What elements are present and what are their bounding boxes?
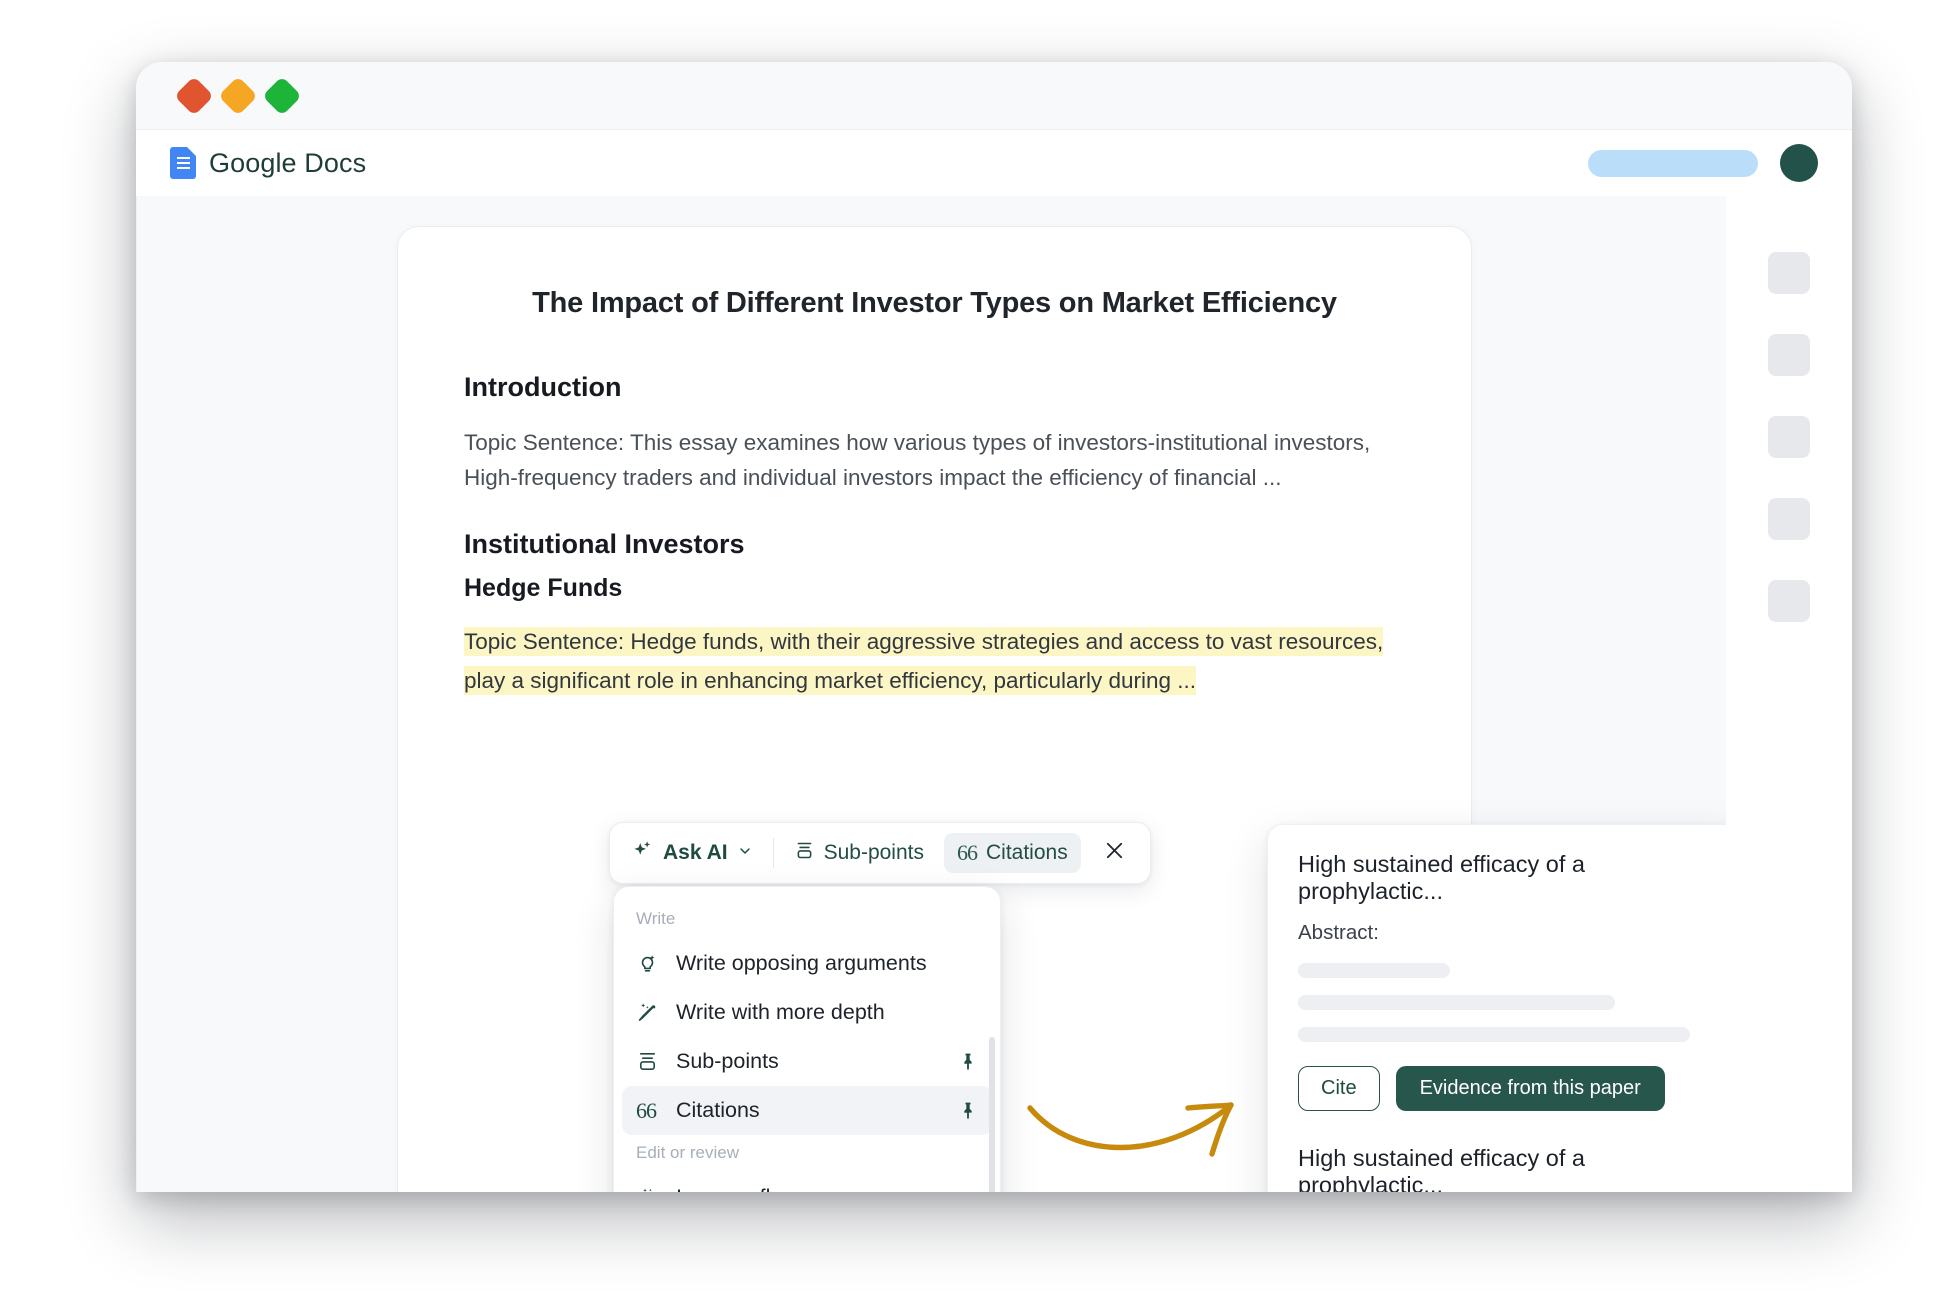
citation-title[interactable]: High sustained efficacy of a prophylacti… (1298, 1145, 1720, 1192)
citation-title[interactable]: High sustained efficacy of a prophylacti… (1298, 851, 1720, 905)
menu-item-improve-fluency[interactable]: Improve fluency (622, 1173, 992, 1192)
rail-item-2[interactable] (1768, 334, 1810, 376)
menu-item-label: Improve fluency (676, 1185, 828, 1192)
heading-introduction: Introduction (464, 372, 622, 402)
google-docs-icon (170, 147, 196, 179)
app-header-right (1588, 144, 1818, 182)
ai-toolbar: Ask AI Sub-points 66 Citations (609, 822, 1151, 884)
maximize-window-button[interactable] (262, 75, 302, 116)
citations-label: Citations (986, 841, 1068, 864)
menu-group-write-label: Write (636, 909, 676, 928)
screenshot-stage: Google Docs The Impact of Different Inve… (0, 0, 1944, 1291)
heading-institutional-investors: Institutional Investors (464, 529, 745, 560)
sparkle-icon (632, 839, 654, 867)
browser-window: Google Docs The Impact of Different Inve… (136, 62, 1852, 1192)
sub-points-button[interactable]: Sub-points (788, 834, 930, 873)
app-title: Google Docs (209, 147, 367, 178)
quote-icon: 66 (636, 1097, 657, 1123)
menu-scrollbar[interactable] (989, 1037, 995, 1192)
close-icon[interactable] (1095, 835, 1134, 871)
menu-item-citations[interactable]: 66 Citations (622, 1086, 992, 1135)
menu-item-label: Citations (676, 1098, 760, 1122)
evidence-button[interactable]: Evidence from this paper (1395, 1066, 1665, 1111)
citation-abstract-label: Abstract: (1298, 921, 1379, 944)
cite-button[interactable]: Cite (1298, 1066, 1380, 1111)
pin-icon[interactable] (958, 1101, 978, 1121)
sub-points-icon (636, 1050, 666, 1073)
search-input[interactable] (1588, 149, 1758, 177)
lightbulb-icon (636, 952, 666, 975)
rail-item-1[interactable] (1768, 252, 1810, 294)
ask-ai-button[interactable]: Ask AI (626, 833, 759, 873)
paragraph-hedge-funds-highlighted: Topic Sentence: Hedge funds, with their … (464, 623, 1405, 700)
magic-pen-icon (636, 1001, 666, 1024)
ask-ai-label: Ask AI (663, 841, 728, 864)
sparkle-wand-icon (636, 1186, 666, 1192)
citation-actions: Cite Evidence from this paper (1298, 1066, 1720, 1111)
citations-chip[interactable]: 66 Citations (944, 833, 1081, 873)
skeleton-line (1298, 995, 1615, 1010)
sub-points-icon (794, 840, 815, 867)
chevron-down-icon (737, 841, 753, 865)
citation-card: High sustained efficacy of a prophylacti… (1298, 1145, 1720, 1192)
rail-item-3[interactable] (1768, 416, 1810, 458)
ai-actions-menu: Write Write opposing arguments Write wit… (613, 886, 1001, 1192)
skeleton-line (1298, 963, 1450, 978)
highlighted-text: Topic Sentence: Hedge funds, with their … (464, 627, 1384, 695)
brand[interactable]: Google Docs (170, 147, 366, 179)
avatar[interactable] (1780, 144, 1818, 182)
menu-item-label: Write opposing arguments (676, 951, 927, 975)
menu-item-sub-points[interactable]: Sub-points (622, 1037, 992, 1086)
window-titlebar (136, 62, 1852, 130)
heading-hedge-funds: Hedge Funds (464, 574, 623, 603)
document-canvas: The Impact of Different Investor Types o… (136, 196, 1726, 1192)
right-rail (1726, 196, 1852, 1192)
rail-item-4[interactable] (1768, 498, 1810, 540)
page-title: The Impact of Different Investor Types o… (532, 287, 1337, 319)
citation-card: High sustained efficacy of a prophylacti… (1298, 851, 1720, 1111)
menu-item-label: Sub-points (676, 1049, 779, 1073)
rail-item-5[interactable] (1768, 580, 1810, 622)
menu-group-edit-label: Edit or review (636, 1143, 739, 1162)
citations-panel: High sustained efficacy of a prophylacti… (1267, 824, 1726, 1192)
quote-icon: 66 (957, 840, 978, 865)
menu-item-label: Write with more depth (676, 1000, 885, 1024)
menu-item-write-with-more-depth[interactable]: Write with more depth (622, 988, 992, 1037)
paragraph-introduction: Topic Sentence: This essay examines how … (464, 430, 1371, 491)
toolbar-divider (772, 838, 774, 868)
traffic-lights (174, 75, 302, 116)
pin-icon[interactable] (958, 1052, 978, 1072)
app-header: Google Docs (136, 130, 1852, 196)
close-window-button[interactable] (174, 75, 214, 116)
app-body: The Impact of Different Investor Types o… (136, 196, 1852, 1192)
sub-points-label: Sub-points (823, 841, 924, 864)
minimize-window-button[interactable] (218, 75, 258, 116)
menu-item-write-opposing-arguments[interactable]: Write opposing arguments (622, 939, 992, 988)
skeleton-line (1298, 1027, 1691, 1042)
